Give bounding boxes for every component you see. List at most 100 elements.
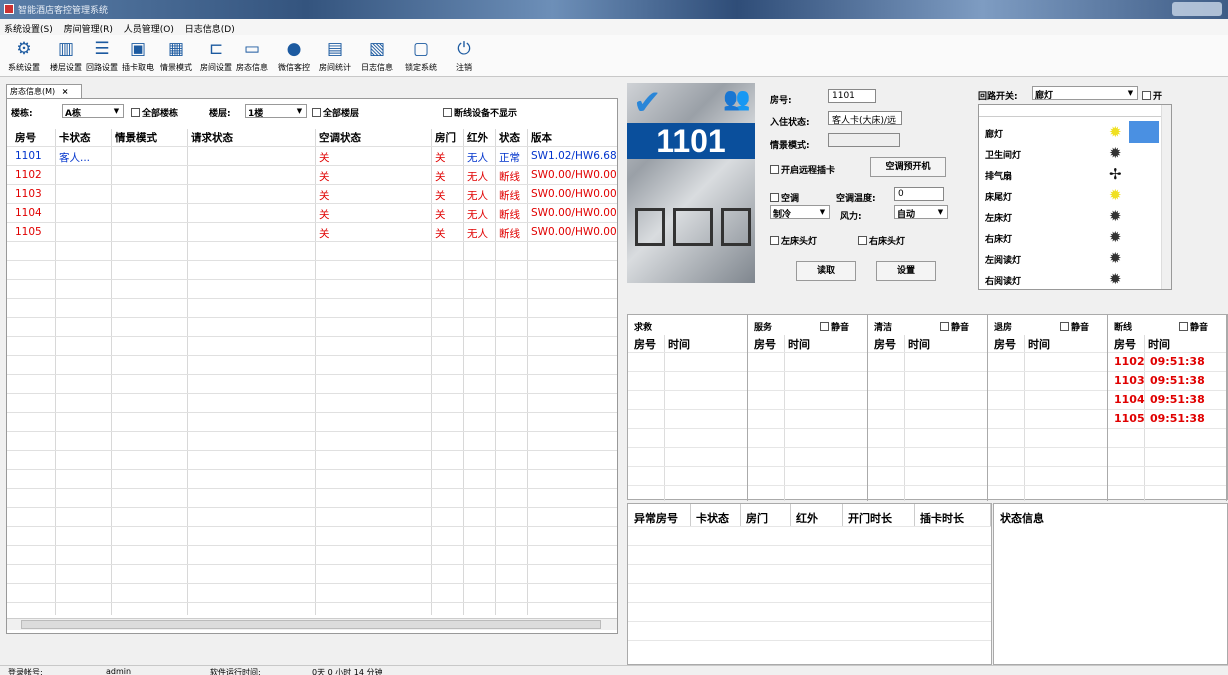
scrollbar-thumb[interactable] bbox=[21, 620, 601, 629]
log-icon: ▧ bbox=[368, 39, 386, 59]
left-lamp-checkbox[interactable]: 左床头灯 bbox=[770, 234, 817, 247]
alert-panel-title: 退房 bbox=[994, 323, 1013, 333]
column-header[interactable]: 房号 bbox=[994, 336, 1016, 352]
circuit-item[interactable]: 排气扇 ✢ bbox=[979, 163, 1159, 185]
column-header[interactable]: 情景模式 bbox=[115, 130, 157, 145]
menu-log[interactable]: 日志信息(D) bbox=[181, 19, 239, 35]
column-header[interactable]: 空调状态 bbox=[319, 130, 361, 145]
toolbar-lock-system[interactable]: ▢ 锁定系统 bbox=[399, 37, 443, 73]
alert-row[interactable]: 1105 09:51:38 bbox=[1108, 412, 1226, 430]
alert-row[interactable]: 1104 09:51:38 bbox=[1108, 393, 1226, 411]
column-header[interactable]: 房号 bbox=[754, 336, 776, 352]
column-header[interactable]: 房号 bbox=[634, 336, 656, 352]
column-header[interactable]: 红外 bbox=[467, 130, 488, 145]
grid-line bbox=[628, 545, 991, 546]
toolbar-scene-mode[interactable]: ▦ 情景模式 bbox=[154, 37, 198, 73]
column-header[interactable]: 插卡时长 bbox=[920, 510, 964, 526]
mute-checkbox[interactable]: 静音 bbox=[1060, 320, 1089, 333]
mute-checkbox[interactable]: 静音 bbox=[1179, 320, 1208, 333]
ac-mode-select[interactable]: 制冷 ▼ bbox=[770, 205, 830, 220]
column-header[interactable]: 房号 bbox=[1114, 336, 1136, 352]
horizontal-scrollbar[interactable] bbox=[7, 618, 617, 630]
window-controls[interactable] bbox=[1172, 2, 1222, 16]
column-header[interactable]: 异常房号 bbox=[634, 510, 678, 526]
fan-icon[interactable]: ✢ bbox=[1109, 165, 1122, 183]
bulb-off-icon[interactable]: ✹ bbox=[1109, 144, 1122, 162]
menu-staff[interactable]: 人员管理(O) bbox=[120, 19, 178, 35]
temp-field[interactable]: 0 bbox=[894, 187, 944, 201]
circuit-item[interactable]: 右床灯 ✹ bbox=[979, 226, 1159, 248]
right-lamp-checkbox[interactable]: 右床头灯 bbox=[858, 234, 905, 247]
floor-select[interactable]: 1楼 ▼ bbox=[245, 104, 307, 119]
tab-room-status[interactable]: 房态信息(M) × bbox=[6, 84, 82, 98]
circuit-item[interactable]: 廊灯 ✹ bbox=[979, 121, 1159, 143]
table-cell-ir: 无人 bbox=[467, 152, 488, 164]
circuit-select[interactable]: 廊灯 ▼ bbox=[1032, 86, 1138, 101]
fan-speed-select[interactable]: 自动 ▼ bbox=[894, 205, 948, 220]
close-icon[interactable]: × bbox=[62, 87, 69, 96]
column-header[interactable]: 版本 bbox=[531, 130, 552, 145]
column-header[interactable]: 时间 bbox=[908, 336, 930, 352]
grid-line bbox=[7, 583, 617, 584]
bulb-off-icon[interactable]: ✹ bbox=[1109, 207, 1122, 225]
hide-offline-checkbox[interactable]: 断线设备不显示 bbox=[443, 106, 517, 119]
scene-field[interactable] bbox=[828, 133, 900, 147]
column-header[interactable]: 时间 bbox=[788, 336, 810, 352]
column-header[interactable]: 房号 bbox=[874, 336, 896, 352]
column-header[interactable]: 房号 bbox=[15, 130, 36, 145]
column-header[interactable]: 卡状态 bbox=[696, 510, 729, 526]
column-header[interactable]: 时间 bbox=[1148, 336, 1170, 352]
circuit-scrollbar[interactable] bbox=[1161, 105, 1171, 289]
alert-row[interactable]: 1102 09:51:38 bbox=[1108, 355, 1226, 373]
read-button[interactable]: 读取 bbox=[796, 261, 856, 281]
column-header[interactable]: 状态 bbox=[499, 130, 520, 145]
circuit-item[interactable]: 床尾灯 ✹ bbox=[979, 184, 1159, 206]
column-header[interactable]: 时间 bbox=[1028, 336, 1050, 352]
grid-line bbox=[628, 352, 747, 353]
mute-checkbox[interactable]: 静音 bbox=[820, 320, 849, 333]
column-header[interactable]: 房门 bbox=[435, 130, 456, 145]
mute-checkbox[interactable]: 静音 bbox=[940, 320, 969, 333]
toolbar-wechat-control[interactable]: ● 微信客控 bbox=[272, 37, 316, 73]
circuit-item[interactable]: 卫生间灯 ✹ bbox=[979, 142, 1159, 164]
bulb-off-icon[interactable]: ✹ bbox=[1109, 270, 1122, 288]
chevron-down-icon: ▼ bbox=[1127, 89, 1134, 97]
column-header[interactable]: 卡状态 bbox=[59, 130, 91, 145]
bulb-on-icon[interactable]: ✹ bbox=[1109, 186, 1122, 204]
menu-room[interactable]: 房间管理(R) bbox=[60, 19, 117, 35]
bulb-on-icon[interactable]: ✹ bbox=[1109, 123, 1122, 141]
ac-checkbox[interactable]: 空调 bbox=[770, 191, 799, 204]
toolbar-logout[interactable]: ⏻ 注销 bbox=[442, 37, 486, 73]
circuit-item[interactable]: 左床灯 ✹ bbox=[979, 205, 1159, 227]
grid-line bbox=[7, 450, 617, 451]
column-header[interactable]: 开门时长 bbox=[848, 510, 892, 526]
menu-system[interactable]: 系统设置(S) bbox=[0, 19, 57, 35]
table-cell-card: 客人... bbox=[59, 152, 91, 164]
toolbar-room-status[interactable]: ▭ 房态信息 bbox=[230, 37, 274, 73]
checkin-field[interactable]: 客人卡(大床)/远 bbox=[828, 111, 902, 125]
all-buildings-checkbox[interactable]: 全部楼栋 bbox=[131, 106, 178, 119]
column-header[interactable]: 红外 bbox=[796, 510, 818, 526]
column-header[interactable]: 请求状态 bbox=[191, 130, 233, 145]
all-floors-checkbox[interactable]: 全部楼层 bbox=[312, 106, 359, 119]
bulb-off-icon[interactable]: ✹ bbox=[1109, 249, 1122, 267]
toolbar-log-info[interactable]: ▧ 日志信息 bbox=[355, 37, 399, 73]
toolbar-room-stats[interactable]: ▤ 房间统计 bbox=[313, 37, 357, 73]
bulb-off-icon[interactable]: ✹ bbox=[1109, 228, 1122, 246]
room-field[interactable]: 1101 bbox=[828, 89, 876, 103]
column-header[interactable]: 房门 bbox=[746, 510, 768, 526]
monitor-icon: ▭ bbox=[243, 39, 261, 59]
alert-row[interactable]: 1103 09:51:38 bbox=[1108, 374, 1226, 392]
alert-panel: 退房 静音房号 时间 bbox=[988, 315, 1108, 505]
ac-preopen-button[interactable]: 空调预开机 bbox=[870, 157, 946, 177]
circuit-on-checkbox[interactable]: 开 bbox=[1142, 89, 1162, 102]
column-header[interactable]: 时间 bbox=[668, 336, 690, 352]
building-select[interactable]: A栋 ▼ bbox=[62, 104, 124, 119]
remote-card-checkbox[interactable]: 开启远程插卡 bbox=[770, 163, 835, 176]
table-cell-door: 关 bbox=[435, 209, 446, 221]
circuit-item[interactable]: 右阅读灯 ✹ bbox=[979, 268, 1159, 290]
set-button[interactable]: 设置 bbox=[876, 261, 936, 281]
toolbar-system-settings[interactable]: ⚙ 系统设置 bbox=[2, 37, 46, 73]
grid-line bbox=[7, 564, 617, 565]
circuit-item[interactable]: 左阅读灯 ✹ bbox=[979, 247, 1159, 269]
